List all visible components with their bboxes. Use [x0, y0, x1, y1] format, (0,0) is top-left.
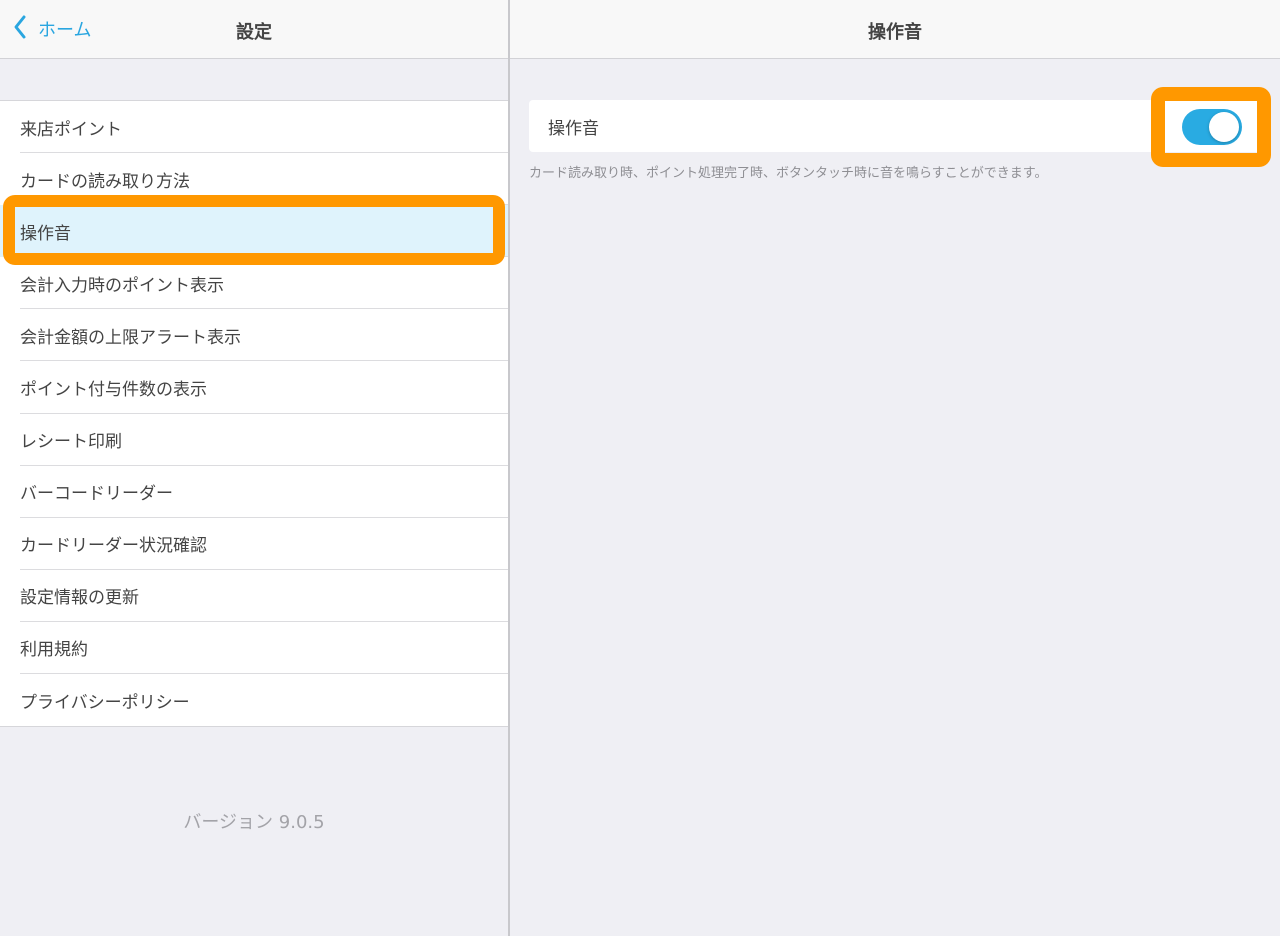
menu-item[interactable]: 利用規約	[0, 621, 508, 675]
menu-item-label: 会計金額の上限アラート表示	[20, 327, 241, 348]
detail-title: 操作音	[868, 22, 922, 43]
menu-item[interactable]: カードの読み取り方法	[0, 153, 508, 206]
menu-item[interactable]: 操作音	[0, 205, 508, 258]
detail-nav-bar: 操作音	[510, 0, 1280, 59]
toggle-knob	[1209, 112, 1239, 142]
menu-item-label: レシート印刷	[20, 432, 122, 453]
menu-item[interactable]: 会計入力時のポイント表示	[0, 257, 508, 310]
menu-item-label: 来店ポイント	[20, 119, 122, 140]
menu-item[interactable]: 来店ポイント	[0, 101, 508, 154]
menu-item-label: 利用規約	[20, 640, 88, 661]
menu-item[interactable]: バーコードリーダー	[0, 465, 508, 518]
menu-item[interactable]: レシート印刷	[0, 413, 508, 466]
menu-item-label: カードリーダー状況確認	[20, 536, 207, 557]
screen: ホーム 設定 来店ポイント カードの読み取り方法 操作音 会計入力時のポイント表示 会計…	[0, 0, 1280, 936]
menu-item[interactable]: カードリーダー状況確認	[0, 517, 508, 570]
menu-item-label: バーコードリーダー	[20, 484, 173, 505]
menu-item[interactable]: プライバシーポリシー	[0, 674, 508, 727]
sound-help-text: カード読み取り時、ポイント処理完了時、ボタンタッチ時に音を鳴らすことができます。	[529, 166, 1048, 181]
chevron-left-icon	[12, 14, 28, 44]
settings-sidebar: ホーム 設定 来店ポイントカードの読み取り方法 操作音会計入力時のポイント表示 会計…	[0, 0, 509, 936]
detail-pane: 操作音 操作音 カード読み取り時、ポイント処理完了時、ボタンタッチ時に音を鳴らす…	[510, 0, 1280, 936]
menu-item-label: カードの読み取り方法	[20, 171, 190, 192]
back-button[interactable]: ホーム	[12, 14, 91, 44]
menu-item[interactable]: 設定情報の更新	[0, 569, 508, 623]
sound-setting-label: 操作音	[548, 118, 599, 139]
sidebar-nav-bar: ホーム 設定	[0, 0, 508, 59]
settings-menu: 来店ポイントカードの読み取り方法 操作音会計入力時のポイント表示 会計金額の上限アラ…	[0, 100, 508, 728]
version-label: バージョン 9.0.5	[183, 812, 325, 833]
sound-toggle[interactable]	[1182, 109, 1242, 145]
menu-item-label: 操作音	[20, 223, 71, 244]
menu-item[interactable]: 会計金額の上限アラート表示	[0, 309, 508, 362]
menu-item-label: プライバシーポリシー	[20, 692, 190, 713]
menu-item-label: ポイント付与件数の表示	[20, 380, 207, 401]
back-button-label: ホーム	[38, 20, 92, 41]
menu-item-label: 会計入力時のポイント表示	[20, 275, 224, 296]
sound-setting-row: 操作音	[529, 100, 1270, 152]
menu-item-label: 設定情報の更新	[20, 588, 139, 609]
menu-item[interactable]: ポイント付与件数の表示	[0, 361, 508, 414]
